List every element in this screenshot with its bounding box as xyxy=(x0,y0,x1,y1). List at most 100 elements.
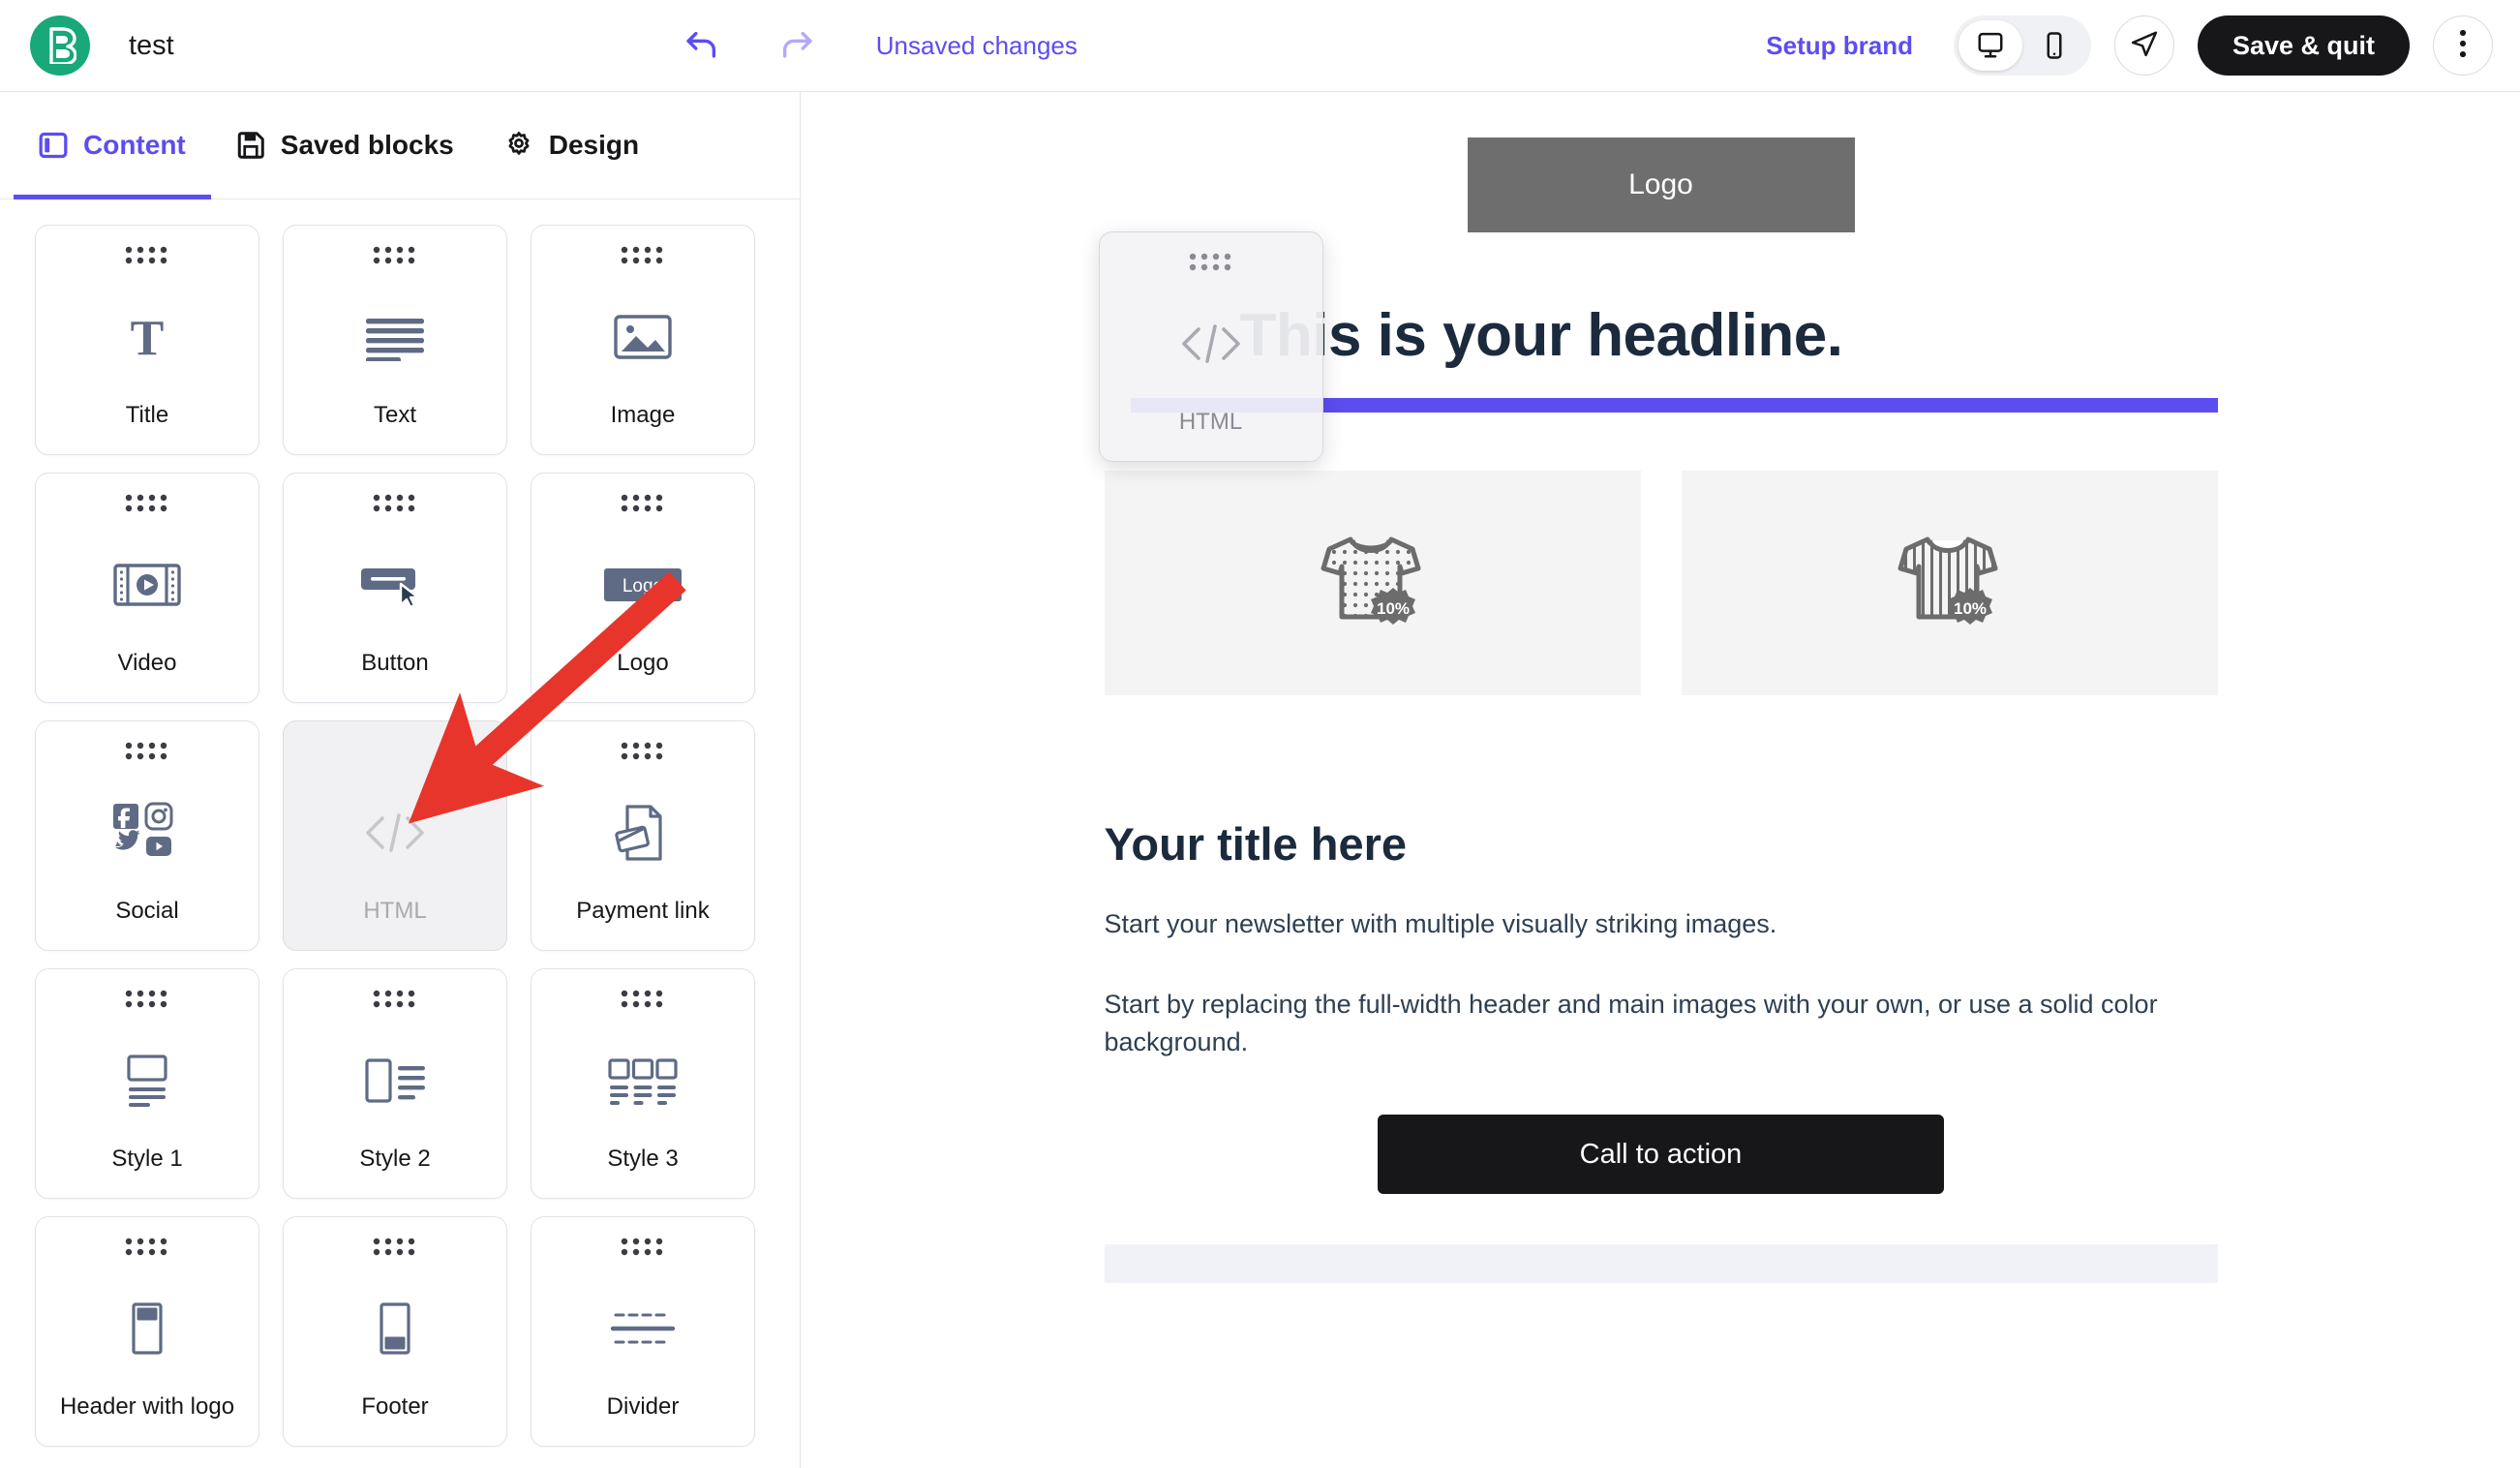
style-image-left-icon xyxy=(284,1015,506,1146)
email-logo-placeholder[interactable]: Logo xyxy=(1467,138,1855,232)
block-card-header-with-logo[interactable]: Header with logo xyxy=(35,1216,259,1447)
document-title[interactable]: test xyxy=(129,30,174,62)
device-preview-toggle xyxy=(1953,15,2091,76)
save-and-quit-button[interactable]: Save & quit xyxy=(2197,15,2410,76)
picture-mountain-icon xyxy=(531,271,754,402)
tshirt-striped-icon: 10% xyxy=(1887,528,2013,639)
blocks-sidebar: Content Saved blocks Design T Title Text… xyxy=(0,92,801,1468)
document-credit-card-icon xyxy=(531,767,754,898)
svg-text:10%: 10% xyxy=(1953,599,1986,618)
block-card-logo[interactable]: Logo Logo xyxy=(531,473,755,703)
tab-design[interactable]: Design xyxy=(479,92,664,199)
product-image-2[interactable]: 10% xyxy=(1681,471,2218,695)
divider-lines-icon xyxy=(531,1263,754,1393)
unsaved-changes-status: Unsaved changes xyxy=(875,30,1078,60)
drag-handle-icon[interactable] xyxy=(373,1237,417,1263)
drag-handle-icon[interactable] xyxy=(621,1237,665,1263)
email-headline-row: This is your headline. HTML xyxy=(1098,231,2218,462)
email-footer-strip xyxy=(1104,1244,2218,1284)
block-card-html[interactable]: HTML xyxy=(283,720,507,951)
product-image-row: 10% 10% xyxy=(1104,471,2218,695)
serif-t-icon: T xyxy=(36,271,258,402)
block-card-style-1[interactable]: Style 1 xyxy=(35,968,259,1199)
email-paragraph-1[interactable]: Start your newsletter with multiple visu… xyxy=(1105,905,2218,943)
mobile-phone-icon[interactable] xyxy=(2022,20,2086,71)
block-label-footer: Footer xyxy=(361,1393,429,1420)
block-card-text[interactable]: Text xyxy=(283,225,507,455)
drag-handle-icon[interactable] xyxy=(621,245,665,271)
code-brackets-icon xyxy=(1100,278,1322,409)
setup-brand-button[interactable]: Setup brand xyxy=(1766,31,1913,61)
style-three-columns-icon xyxy=(531,1015,754,1146)
undo-arrow-icon[interactable] xyxy=(683,26,721,65)
drag-handle-icon[interactable] xyxy=(125,1237,169,1263)
more-options-button[interactable] xyxy=(2433,15,2493,76)
svg-text:10%: 10% xyxy=(1376,599,1409,618)
block-card-divider[interactable]: Divider xyxy=(531,1216,755,1447)
block-label-video: Video xyxy=(117,650,177,676)
text-lines-icon xyxy=(284,271,506,402)
email-cta-button[interactable]: Call to action xyxy=(1378,1115,1944,1195)
send-paper-plane-icon xyxy=(2130,29,2159,63)
sidebar-tabs: Content Saved blocks Design xyxy=(0,92,800,199)
drag-handle-icon[interactable] xyxy=(621,493,665,519)
tab-content[interactable]: Content xyxy=(14,92,211,199)
footer-icon xyxy=(284,1263,506,1393)
drag-handle-icon[interactable] xyxy=(1189,252,1233,278)
panel-layout-icon xyxy=(39,131,68,160)
block-label-image: Image xyxy=(610,402,676,428)
block-label-style-3: Style 3 xyxy=(607,1146,679,1172)
drag-handle-icon[interactable] xyxy=(621,741,665,767)
block-card-title[interactable]: T Title xyxy=(35,225,259,455)
block-label-button: Button xyxy=(361,650,429,676)
drag-handle-icon[interactable] xyxy=(125,493,169,519)
block-card-footer[interactable]: Footer xyxy=(283,1216,507,1447)
logo-badge-icon: Logo xyxy=(531,519,754,650)
block-card-style-2[interactable]: Style 2 xyxy=(283,968,507,1199)
block-card-image[interactable]: Image xyxy=(531,225,755,455)
block-label-style-1: Style 1 xyxy=(111,1146,183,1172)
block-label-divider: Divider xyxy=(606,1393,680,1420)
block-card-style-3[interactable]: Style 3 xyxy=(531,968,755,1199)
email-section-title[interactable]: Your title here xyxy=(1105,817,2218,871)
block-label-header-with-logo: Header with logo xyxy=(59,1393,235,1420)
email-body: Logo This is your headline. HTML 10% 10%… xyxy=(1098,92,2218,1284)
drag-handle-icon[interactable] xyxy=(621,989,665,1015)
drag-handle-icon[interactable] xyxy=(125,741,169,767)
block-card-video[interactable]: Video xyxy=(35,473,259,703)
email-preview-canvas: Logo This is your headline. HTML 10% 10%… xyxy=(802,92,2520,1468)
drag-handle-icon[interactable] xyxy=(125,245,169,271)
redo-arrow-icon[interactable] xyxy=(777,26,816,65)
tshirt-polka-dot-icon: 10% xyxy=(1310,528,1436,639)
floppy-disk-save-icon xyxy=(236,131,265,160)
drag-handle-icon[interactable] xyxy=(373,493,417,519)
product-image-1[interactable]: 10% xyxy=(1104,471,1641,695)
style-image-top-icon xyxy=(36,1015,258,1146)
block-label-payment-link: Payment link xyxy=(576,898,710,924)
svg-text:T: T xyxy=(131,311,165,366)
drag-handle-icon[interactable] xyxy=(125,989,169,1015)
block-label-text: Text xyxy=(373,402,416,428)
drag-ghost-label: HTML xyxy=(1178,409,1243,435)
email-paragraph-2[interactable]: Start by replacing the full-width header… xyxy=(1105,986,2218,1061)
block-label-title: Title xyxy=(125,402,169,428)
code-brackets-icon xyxy=(284,767,506,898)
send-test-button[interactable] xyxy=(2113,15,2174,76)
brevo-b-logo[interactable] xyxy=(30,15,90,76)
undo-redo-group xyxy=(683,26,816,65)
block-card-button[interactable]: Button xyxy=(283,473,507,703)
block-card-payment-link[interactable]: Payment link xyxy=(531,720,755,951)
tab-design-label: Design xyxy=(548,130,640,160)
top-toolbar: test Unsaved changes Setup brand Save & … xyxy=(0,0,2520,92)
block-label-html: HTML xyxy=(363,898,427,924)
desktop-monitor-icon[interactable] xyxy=(1958,20,2022,71)
drag-handle-icon[interactable] xyxy=(373,245,417,271)
social-networks-icon xyxy=(36,767,258,898)
drag-ghost-html-block[interactable]: HTML xyxy=(1098,231,1323,462)
block-card-social[interactable]: Social xyxy=(35,720,259,951)
gear-icon xyxy=(504,131,533,160)
drag-handle-icon[interactable] xyxy=(373,989,417,1015)
tab-content-label: Content xyxy=(83,130,186,160)
block-label-logo: Logo xyxy=(617,650,669,676)
tab-saved-blocks[interactable]: Saved blocks xyxy=(211,92,479,199)
